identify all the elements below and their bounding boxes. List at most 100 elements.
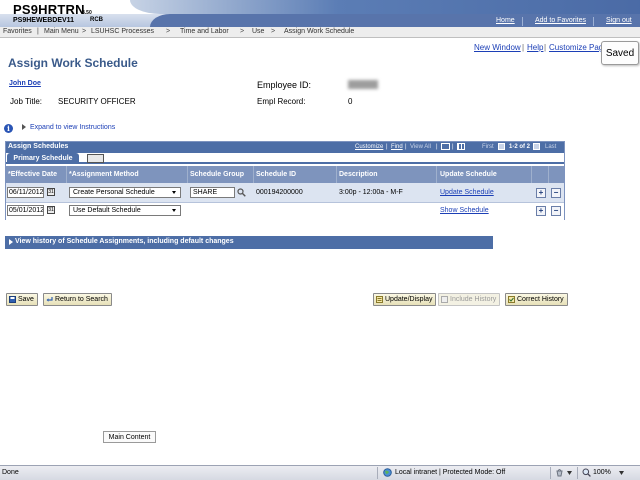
chevron-down-icon[interactable] bbox=[619, 471, 624, 475]
save-button-label: Save bbox=[18, 296, 34, 303]
assignment-method-select[interactable]: Use Default Schedule bbox=[69, 205, 181, 216]
breadcrumb-separator: > bbox=[82, 28, 87, 35]
update-display-icon bbox=[376, 296, 383, 303]
assignment-method-select[interactable]: Create Personal Schedule bbox=[69, 187, 181, 198]
effective-date-input[interactable]: 05/01/2012 bbox=[7, 205, 44, 216]
include-history-icon bbox=[441, 296, 448, 303]
banner-swoosh bbox=[130, 0, 640, 14]
grid-nav-separator: | bbox=[452, 144, 454, 150]
column-update-schedule: Update Schedule bbox=[440, 171, 497, 178]
include-history-label: Include History bbox=[450, 296, 497, 303]
description-value: 3:00p - 12:00a - M-F bbox=[339, 189, 403, 196]
security-zone-text[interactable]: Local intranet | Protected Mode: Off bbox=[395, 469, 505, 476]
correct-history-label: Correct History bbox=[517, 296, 564, 303]
status-text: Done bbox=[2, 469, 19, 476]
column-description: Description bbox=[339, 171, 378, 178]
update-display-button[interactable]: Update/Display bbox=[373, 293, 437, 306]
expand-triangle-icon[interactable] bbox=[9, 239, 13, 245]
calendar-icon[interactable]: 31 bbox=[47, 188, 55, 196]
breadcrumb-separator: > bbox=[166, 28, 171, 35]
show-schedule-link[interactable]: Show Schedule bbox=[440, 207, 489, 214]
job-title-value: SECURITY OFFICER bbox=[58, 97, 136, 106]
correct-history-icon bbox=[508, 296, 515, 303]
delete-row-button[interactable]: − bbox=[551, 206, 561, 216]
breadcrumb-favorites[interactable]: Favorites bbox=[3, 28, 32, 35]
update-schedule-link[interactable]: Update Schedule bbox=[440, 189, 494, 196]
expand-instructions-link[interactable]: Expand to view Instructions bbox=[30, 124, 115, 131]
chevron-down-icon[interactable] bbox=[172, 209, 176, 212]
include-history-button[interactable]: Include History bbox=[438, 293, 501, 306]
grid-nav-separator: | bbox=[436, 144, 438, 150]
return-to-search-button[interactable]: Return to Search bbox=[43, 293, 112, 306]
save-button[interactable]: Save bbox=[6, 293, 38, 306]
column-effective-date: *Effective Date bbox=[8, 171, 58, 178]
info-icon: i bbox=[4, 124, 13, 133]
main-content-tooltip: Main Content bbox=[103, 431, 156, 443]
user-code: RCB bbox=[90, 17, 103, 23]
home-link[interactable]: Home bbox=[496, 17, 515, 24]
breadcrumb-main-menu[interactable]: Main Menu bbox=[44, 28, 79, 35]
sign-out-link[interactable]: Sign out bbox=[606, 17, 632, 24]
column-schedule-group: Schedule Group bbox=[190, 171, 245, 178]
grid-download-icon[interactable] bbox=[457, 143, 465, 150]
grid-customize-link[interactable]: Customize bbox=[355, 144, 383, 150]
employee-name-link[interactable]: John Doe bbox=[9, 80, 41, 87]
job-title-label: Job Title: bbox=[10, 97, 43, 106]
status-separator bbox=[377, 467, 378, 479]
new-window-link[interactable]: New Window bbox=[474, 43, 521, 52]
save-icon bbox=[9, 296, 16, 303]
zoom-level[interactable]: 100% bbox=[593, 469, 611, 476]
expand-triangle-icon[interactable] bbox=[22, 124, 26, 130]
breadcrumb-time-and-labor[interactable]: Time and Labor bbox=[180, 28, 229, 35]
globe-icon bbox=[383, 468, 392, 477]
system-name: PS9HRTRN bbox=[13, 2, 85, 17]
status-separator bbox=[550, 467, 551, 479]
grid-first-label: First bbox=[482, 144, 494, 150]
delete-row-button[interactable]: − bbox=[551, 188, 561, 198]
page-title: Assign Work Schedule bbox=[8, 56, 138, 70]
add-to-favorites-link[interactable]: Add to Favorites bbox=[535, 17, 586, 24]
grid-nav-separator: | bbox=[405, 144, 407, 150]
calendar-icon[interactable]: 31 bbox=[47, 206, 55, 214]
grid-previous-icon[interactable] bbox=[498, 143, 505, 150]
breadcrumb-lsuhsc-processes[interactable]: LSUHSC Processes bbox=[91, 28, 154, 35]
zoom-icon[interactable] bbox=[582, 468, 591, 477]
grid-nav-separator: | bbox=[386, 144, 388, 150]
grid-zoom-icon[interactable] bbox=[441, 143, 450, 150]
grid-view-all-link[interactable]: View All bbox=[410, 144, 431, 150]
schedule-group-input[interactable]: SHARE bbox=[190, 187, 235, 198]
customize-page-link[interactable]: Customize Pag bbox=[549, 43, 603, 52]
show-all-columns-icon[interactable] bbox=[87, 154, 104, 163]
breadcrumb-use[interactable]: Use bbox=[252, 28, 264, 35]
effective-date-input[interactable]: 06/11/2012 bbox=[7, 187, 44, 198]
column-schedule-id: Schedule ID bbox=[256, 171, 297, 178]
history-bar-label[interactable]: View history of Schedule Assignments, in… bbox=[15, 238, 234, 245]
update-display-label: Update/Display bbox=[385, 296, 433, 303]
browser-status-bar bbox=[0, 465, 640, 480]
header-separator bbox=[522, 17, 523, 26]
correct-history-button[interactable]: Correct History bbox=[505, 293, 568, 306]
help-link[interactable]: Help bbox=[527, 43, 543, 52]
employee-id-label: Employee ID: bbox=[257, 80, 312, 90]
header-separator bbox=[593, 17, 594, 26]
breadcrumb-separator: | bbox=[37, 28, 39, 35]
breadcrumb-separator: > bbox=[271, 28, 276, 35]
grid-header-bar bbox=[6, 142, 564, 153]
chevron-down-icon[interactable] bbox=[172, 191, 176, 194]
grid-next-icon[interactable] bbox=[533, 143, 540, 150]
protected-mode-icon[interactable] bbox=[555, 468, 564, 477]
grid-row-range: 1-2 of 2 bbox=[509, 144, 531, 150]
empl-record-label: Empl Record: bbox=[257, 97, 306, 106]
search-icon[interactable] bbox=[237, 188, 246, 197]
chevron-down-icon[interactable] bbox=[567, 471, 572, 475]
grid-find-link[interactable]: Find bbox=[391, 144, 403, 150]
add-row-button[interactable]: + bbox=[536, 206, 546, 216]
empl-record-value: 0 bbox=[348, 97, 353, 106]
link-separator: | bbox=[544, 43, 547, 52]
grid-last-label: Last bbox=[545, 144, 557, 150]
tab-primary-schedule[interactable]: Primary Schedule bbox=[7, 153, 79, 164]
column-assignment-method: *Assignment Method bbox=[69, 171, 139, 178]
return-to-search-label: Return to Search bbox=[55, 296, 108, 303]
breadcrumb-assign-work-schedule: Assign Work Schedule bbox=[284, 28, 355, 35]
add-row-button[interactable]: + bbox=[536, 188, 546, 198]
